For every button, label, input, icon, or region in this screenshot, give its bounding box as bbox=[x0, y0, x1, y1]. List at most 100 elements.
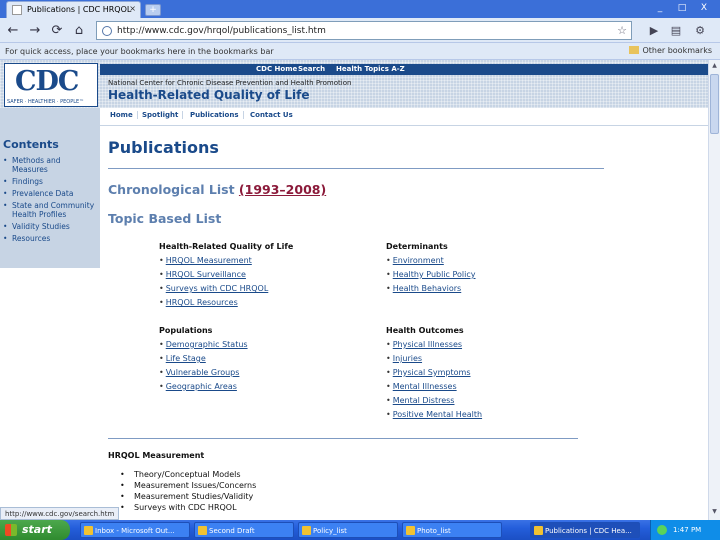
other-bookmarks-button[interactable]: Other bookmarks bbox=[629, 46, 712, 55]
address-url: http://www.cdc.gov/hrqol/publications_li… bbox=[117, 26, 326, 36]
task-second-draft[interactable]: Second Draft bbox=[194, 522, 294, 538]
sidebar-item-methods[interactable]: Methods and Measures bbox=[3, 156, 95, 174]
list-item[interactable]: • Life Stage bbox=[159, 352, 379, 366]
divider bbox=[108, 438, 578, 439]
list-item[interactable]: • Environment bbox=[386, 254, 606, 268]
nav-health-topics[interactable]: Health Topics A-Z bbox=[336, 65, 405, 73]
page-menu-icon[interactable]: ▤ bbox=[668, 22, 684, 39]
home-icon[interactable]: ⌂ bbox=[70, 22, 88, 39]
wrench-menu-icon[interactable]: ⚙ bbox=[692, 22, 708, 39]
list-item[interactable]: • Mental Distress bbox=[386, 394, 606, 408]
task-browser[interactable]: Publications | CDC Hea... bbox=[530, 522, 640, 538]
top-nav-bar: CDC Home Search Health Topics A-Z bbox=[100, 64, 708, 75]
list-item[interactable]: Surveys with CDC HRQOL bbox=[120, 502, 256, 513]
list-item[interactable]: • Positive Mental Health bbox=[386, 408, 606, 422]
document-icon bbox=[198, 526, 207, 535]
maximize-button[interactable]: □ bbox=[672, 1, 692, 15]
subnav-home[interactable]: Home bbox=[106, 111, 138, 119]
sidebar-item-profiles[interactable]: State and Community Health Profiles bbox=[3, 201, 95, 219]
task-photo-list[interactable]: Photo_list bbox=[402, 522, 502, 538]
page-favicon-icon bbox=[12, 5, 22, 15]
system-tray: 1:47 PM bbox=[650, 520, 720, 540]
list-item[interactable]: Measurement Studies/Validity bbox=[120, 491, 256, 502]
screen: Publications | CDC HRQOL × + _ □ X ← → ⟳… bbox=[0, 0, 720, 540]
sidebar-item-findings[interactable]: Findings bbox=[3, 177, 95, 186]
hrqol-measurement-heading: HRQOL Measurement bbox=[108, 451, 205, 460]
subnav-contact-us[interactable]: Contact Us bbox=[246, 111, 297, 119]
new-tab-button[interactable]: + bbox=[145, 4, 161, 16]
forward-arrow-icon[interactable]: → bbox=[26, 22, 44, 39]
go-arrow-icon[interactable]: ▶ bbox=[646, 22, 662, 39]
chronological-range-link[interactable]: (1993–2008) bbox=[239, 182, 326, 197]
browser-tab[interactable]: Publications | CDC HRQOL × bbox=[6, 1, 141, 18]
list-item[interactable]: • Injuries bbox=[386, 352, 606, 366]
folder-icon bbox=[629, 46, 640, 54]
list-item[interactable]: • Vulnerable Groups bbox=[159, 366, 379, 380]
address-bar[interactable]: http://www.cdc.gov/hrqol/publications_li… bbox=[96, 21, 632, 40]
program-title: Health-Related Quality of Life bbox=[108, 88, 310, 102]
reload-icon[interactable]: ⟳ bbox=[48, 22, 66, 39]
scrollbar-thumb[interactable] bbox=[710, 74, 719, 134]
group-hrqol: Health-Related Quality of Life • HRQOL Me… bbox=[159, 242, 379, 310]
list-item[interactable]: • HRQOL Resources bbox=[159, 296, 379, 310]
list-item[interactable]: • Surveys with CDC HRQOL bbox=[159, 282, 379, 296]
group-title: Health Outcomes bbox=[386, 326, 464, 335]
clock[interactable]: 1:47 PM bbox=[673, 526, 701, 534]
group-determinants: Determinants • Environment • Healthy Publi… bbox=[386, 242, 606, 296]
bookmarks-prompt: For quick access, place your bookmarks h… bbox=[5, 47, 274, 56]
nav-search[interactable]: Search bbox=[298, 65, 325, 73]
list-item[interactable]: • HRQOL Measurement bbox=[159, 254, 379, 268]
start-button[interactable]: start bbox=[0, 520, 70, 540]
sidebar-item-validity[interactable]: Validity Studies bbox=[3, 222, 95, 231]
group-populations: Populations • Demographic Status • Life St… bbox=[159, 326, 379, 394]
scroll-down-icon[interactable]: ▼ bbox=[710, 508, 719, 518]
subnav-publications[interactable]: Publications bbox=[186, 111, 244, 119]
browser-icon bbox=[534, 526, 543, 535]
browser-toolbar: ← → ⟳ ⌂ http://www.cdc.gov/hrqol/publica… bbox=[0, 18, 720, 43]
tab-title: Publications | CDC HRQOL bbox=[27, 5, 132, 14]
tab-close-icon[interactable]: × bbox=[129, 4, 136, 13]
bookmark-star-icon[interactable]: ☆ bbox=[617, 24, 627, 37]
back-arrow-icon[interactable]: ← bbox=[4, 22, 22, 39]
status-bubble: http://www.cdc.gov/search.htm bbox=[0, 507, 120, 520]
list-item[interactable]: • Health Behaviors bbox=[386, 282, 606, 296]
divider bbox=[108, 168, 604, 169]
tab-strip: Publications | CDC HRQOL × + _ □ X bbox=[0, 0, 720, 18]
sidebar-item-prevalence[interactable]: Prevalence Data bbox=[3, 189, 95, 198]
globe-icon bbox=[102, 26, 112, 36]
nav-cdc-home[interactable]: CDC Home bbox=[256, 65, 297, 73]
close-window-button[interactable]: X bbox=[694, 1, 714, 15]
start-label: start bbox=[22, 523, 52, 536]
vertical-scrollbar[interactable]: ▲ ▼ bbox=[708, 60, 720, 520]
task-policy-list[interactable]: Policy_list bbox=[298, 522, 398, 538]
list-item[interactable]: • Demographic Status bbox=[159, 338, 379, 352]
list-item[interactable]: • Physical Symptoms bbox=[386, 366, 606, 380]
subnav-spotlight[interactable]: Spotlight bbox=[138, 111, 184, 119]
list-item[interactable]: • Healthy Public Policy bbox=[386, 268, 606, 282]
list-item[interactable]: • Physical Illnesses bbox=[386, 338, 606, 352]
windows-taskbar: start Inbox - Microsoft Out... Second Dr… bbox=[0, 520, 720, 540]
network-icon[interactable] bbox=[657, 525, 667, 535]
publications-heading: Publications bbox=[108, 138, 219, 157]
cdc-logo-tagline: SAFER · HEALTHIER · PEOPLE™ bbox=[7, 99, 85, 105]
page-viewport: CDC SAFER · HEALTHIER · PEOPLE™ CDC Home… bbox=[0, 60, 708, 520]
list-item[interactable]: Theory/Conceptual Models bbox=[120, 469, 256, 480]
list-item[interactable]: • Mental Illnesses bbox=[386, 380, 606, 394]
chronological-list-heading: Chronological List (1993–2008) bbox=[108, 182, 326, 197]
outlook-icon bbox=[84, 526, 93, 535]
sidebar-item-resources[interactable]: Resources bbox=[3, 234, 95, 243]
center-name: National Center for Chronic Disease Prev… bbox=[108, 79, 352, 87]
minimize-button[interactable]: _ bbox=[650, 1, 670, 15]
task-outlook[interactable]: Inbox - Microsoft Out... bbox=[80, 522, 190, 538]
sidebar-title: Contents bbox=[3, 138, 59, 151]
list-item[interactable]: Measurement Issues/Concerns bbox=[120, 480, 256, 491]
cdc-logo[interactable]: CDC SAFER · HEALTHIER · PEOPLE™ bbox=[4, 63, 98, 107]
bookmarks-bar: For quick access, place your bookmarks h… bbox=[0, 43, 720, 60]
sidebar-list: Methods and Measures Findings Prevalence… bbox=[3, 156, 95, 246]
document-icon bbox=[406, 526, 415, 535]
scroll-up-icon[interactable]: ▲ bbox=[710, 62, 719, 72]
list-item[interactable]: • HRQOL Surveillance bbox=[159, 268, 379, 282]
group-title: Health-Related Quality of Life bbox=[159, 242, 294, 251]
list-item[interactable]: • Geographic Areas bbox=[159, 380, 379, 394]
group-title: Determinants bbox=[386, 242, 448, 251]
